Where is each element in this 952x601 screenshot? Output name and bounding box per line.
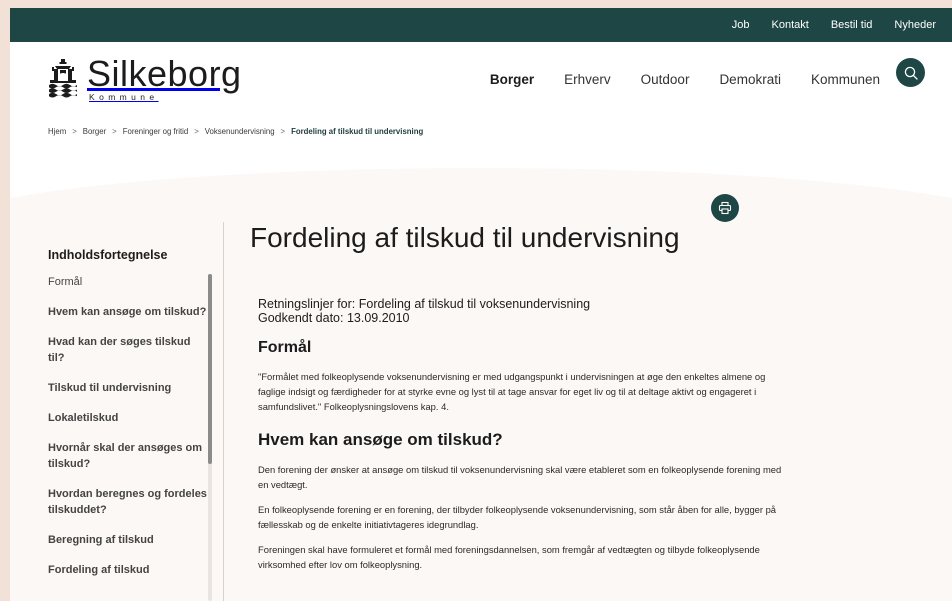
breadcrumb-borger[interactable]: Borger xyxy=(83,127,106,136)
paragraph: Den forening der ønsker at ansøge om til… xyxy=(258,464,782,490)
utility-link-job[interactable]: Job xyxy=(732,19,750,31)
logo-wordmark: Silkeborg Kommune xyxy=(87,53,242,103)
search-icon xyxy=(904,66,918,80)
nav-item-kommunen[interactable]: Kommunen xyxy=(811,72,880,87)
site-logo[interactable]: Silkeborg Kommune xyxy=(47,56,242,102)
utility-link-nyheder[interactable]: Nyheder xyxy=(894,19,936,31)
search-button[interactable] xyxy=(896,58,925,87)
breadcrumb-separator: > xyxy=(72,127,77,136)
crest-icon xyxy=(49,59,77,98)
breadcrumb-hjem[interactable]: Hjem xyxy=(48,127,66,136)
breadcrumb-foreninger-og-fritid[interactable]: Foreninger og fritid xyxy=(123,127,188,136)
breadcrumb-separator: > xyxy=(280,127,286,136)
breadcrumb-separator: > xyxy=(112,127,117,136)
nav-item-outdoor[interactable]: Outdoor xyxy=(641,72,690,87)
breadcrumb-current: Fordeling af tilskud til undervisning xyxy=(291,127,424,136)
section-heading-hvem-kan-ansoege: Hvem kan ansøge om tilskud? xyxy=(258,430,503,449)
logo-name: Silkeborg xyxy=(87,53,242,94)
site-header: Silkeborg Kommune Borger Erhverv Outdoor… xyxy=(10,42,952,114)
paragraph: En folkeoplysende forening er en forenin… xyxy=(258,504,777,530)
toc-item-hvad-kan-der-soeges[interactable]: Hvad kan der søges tilskud til? xyxy=(48,334,208,366)
nav-item-demokrati[interactable]: Demokrati xyxy=(719,72,781,87)
print-icon xyxy=(718,201,732,215)
paragraph: Foreningen skal have formuleret et formå… xyxy=(258,544,760,570)
toc-item-fordeling-af-tilskud[interactable]: Fordeling af tilskud xyxy=(48,562,208,578)
toc-list: Formål Hvem kan ansøge om tilskud? Hvad … xyxy=(48,274,208,592)
breadcrumb: Hjem > Borger > Foreninger og fritid > V… xyxy=(48,127,423,136)
article-meta: Retningslinjer for: Fordeling af tilskud… xyxy=(258,297,788,325)
nav-item-borger[interactable]: Borger xyxy=(490,72,534,87)
toc-title: Indholdsfortegnelse xyxy=(48,247,168,262)
utility-link-kontakt[interactable]: Kontakt xyxy=(772,19,809,31)
page-title: Fordeling af tilskud til undervisning xyxy=(250,222,680,253)
utility-bar: Job Kontakt Bestil tid Nyheder xyxy=(10,8,952,42)
toc-item-formaal[interactable]: Formål xyxy=(48,274,208,290)
paragraph: "Formålet med folkeoplysende voksenunder… xyxy=(258,371,766,412)
approved-date: Godkendt dato: 13.09.2010 xyxy=(258,311,410,325)
main-navigation: Borger Erhverv Outdoor Demokrati Kommune… xyxy=(490,72,880,87)
browser-viewport: Job Kontakt Bestil tid Nyheder Silkeborg… xyxy=(10,8,952,601)
section-heading-formaal: Formål xyxy=(258,339,312,356)
utility-link-bestil-tid[interactable]: Bestil tid xyxy=(831,19,873,31)
toc-item-hvordan-beregnes[interactable]: Hvordan beregnes og fordeles tilskuddet? xyxy=(48,486,208,518)
toc-scrollbar-thumb[interactable] xyxy=(208,274,212,464)
print-button[interactable] xyxy=(711,194,739,222)
toc-item-beregning-af-tilskud[interactable]: Beregning af tilskud xyxy=(48,532,208,548)
guidelines-line: Retningslinjer for: Fordeling af tilskud… xyxy=(258,297,591,311)
toc-item-lokaletilskud[interactable]: Lokaletilskud xyxy=(48,410,208,426)
toc-item-hvornaar-skal-der-ansoeges[interactable]: Hvornår skal der ansøges om tilskud? xyxy=(48,440,208,472)
breadcrumb-voksenundervisning[interactable]: Voksenundervisning xyxy=(205,127,275,136)
toc-divider xyxy=(223,222,224,601)
toc-item-tilskud-til-undervisning[interactable]: Tilskud til undervisning xyxy=(48,380,208,396)
utility-links: Job Kontakt Bestil tid Nyheder xyxy=(732,8,936,42)
nav-item-erhverv[interactable]: Erhverv xyxy=(564,72,611,87)
breadcrumb-separator: > xyxy=(194,127,199,136)
article-body: Retningslinjer for: Fordeling af tilskud… xyxy=(258,297,788,582)
toc-item-hvem-kan-ansoege[interactable]: Hvem kan ansøge om tilskud? xyxy=(48,304,208,320)
